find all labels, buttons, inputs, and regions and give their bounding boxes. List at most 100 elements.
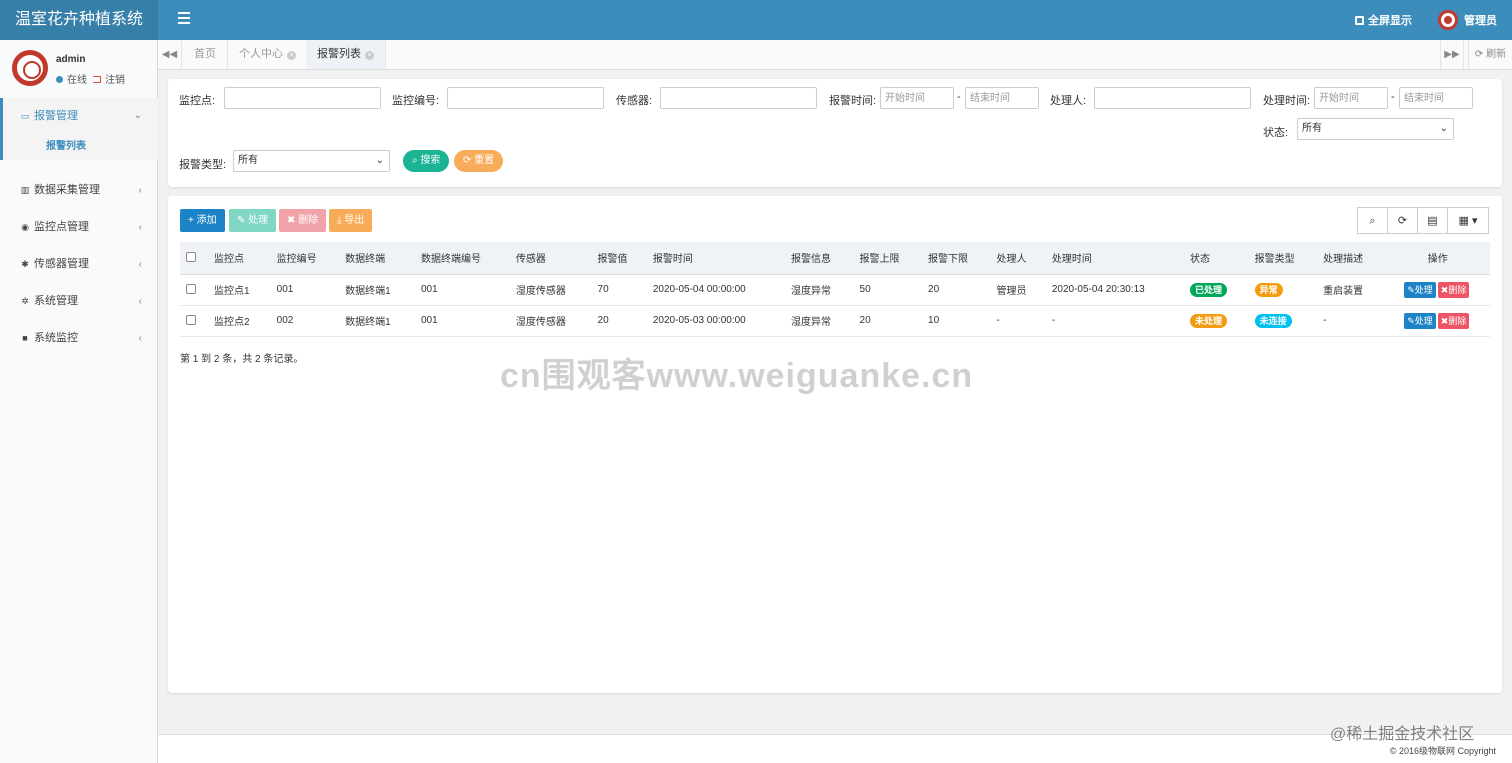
alarm-start-time-input[interactable] (880, 87, 954, 109)
desktop-icon: ▭ (20, 111, 30, 121)
tab-scroll-left-icon[interactable]: ◀◀ (158, 40, 182, 69)
sidebar-item-label: 监控点管理 (34, 221, 89, 233)
table-search-icon[interactable]: ⌕ (1357, 207, 1388, 234)
table-cell: 001 (415, 305, 510, 337)
export-button[interactable]: ⤓ 导出 (329, 209, 373, 232)
handler-input[interactable] (1094, 87, 1251, 109)
row-delete-button[interactable]: ✖删除 (1437, 312, 1470, 329)
delete-button[interactable]: ✖ 删除 (279, 209, 327, 232)
reset-button[interactable]: ⟳ 重置 (454, 150, 504, 172)
row-delete-button[interactable]: ✖删除 (1437, 281, 1470, 298)
row-checkbox[interactable] (186, 283, 196, 294)
column-header: 数据终端编号 (415, 242, 510, 275)
sidebar-item[interactable]: ▥ 数据采集管理 ‹ (0, 172, 158, 209)
tab[interactable]: 报警列表 × (306, 40, 386, 69)
close-icon[interactable]: × (365, 51, 374, 60)
table-row: 监控点2 002 数据终端1 001 湿度传感器 20 2020-05-03 00:00:0… (180, 305, 1490, 337)
alarm-type-badge: 未连接 (1254, 313, 1292, 328)
handler-label: 处理人: (1050, 95, 1087, 107)
table-cell: 002 (270, 305, 340, 337)
edit-icon: ✎ (1407, 284, 1415, 295)
tab-scroll-right-icon[interactable]: ▶▶ (1440, 40, 1464, 69)
column-header: 处理人 (990, 242, 1046, 275)
status-select[interactable]: 所有 ⌄ (1297, 118, 1454, 140)
sensor-label: 传感器: (616, 95, 653, 107)
table-cell: 001 (415, 274, 510, 306)
gear-icon: ✲ (21, 296, 29, 306)
table-cell: 数据终端1 (339, 305, 415, 337)
hamburger-menu-icon[interactable] (178, 12, 190, 28)
column-header: 操作 (1385, 242, 1490, 275)
sidebar-item-label: 系统管理 (34, 295, 78, 307)
add-button[interactable]: + 添加 (180, 209, 225, 232)
search-button[interactable]: ⌕ 搜索 (403, 150, 450, 172)
column-header: 状态 (1184, 242, 1249, 275)
edit-icon: ✎ (237, 215, 246, 226)
column-header: 报警上限 (853, 242, 923, 275)
handle-end-time-input[interactable] (1399, 87, 1473, 109)
chevron-icon: ⌄ (133, 110, 142, 121)
table-cell: 2020-05-03 00:00:00 (646, 305, 786, 337)
copyright: © 2016级物联网 Copyright (1389, 746, 1496, 756)
sensor-input[interactable] (660, 87, 817, 109)
sidebar-item[interactable]: ■ 系统监控 ‹ (0, 320, 158, 357)
table-cell: - (990, 305, 1046, 337)
avatar (12, 50, 48, 86)
close-icon[interactable]: × (287, 51, 296, 60)
status-cell: 已处理 (1184, 274, 1249, 306)
online-dot-icon (56, 76, 63, 83)
app-logo[interactable]: 温室花卉种植系统 (0, 0, 158, 40)
tab[interactable]: 个人中心 × (228, 40, 308, 69)
tab[interactable]: 首页 (183, 40, 228, 69)
user-menu[interactable]: 管理员 (1438, 0, 1497, 40)
chevron-icon: ‹ (138, 259, 142, 270)
refresh-tab-button[interactable]: ⟳ 刷新 (1468, 40, 1512, 69)
chevron-down-icon: ⌄ (1439, 123, 1448, 134)
table-cell: - (1045, 305, 1185, 337)
row-checkbox[interactable] (186, 314, 196, 325)
sidebar-item[interactable]: ▭ 报警管理 ⌄ (0, 98, 158, 134)
table-cell: 10 (922, 305, 991, 337)
sidebar-item-label: 传感器管理 (34, 258, 89, 270)
sidebar-subitem[interactable]: 报警列表 (0, 134, 158, 160)
column-header: 处理描述 (1317, 242, 1386, 275)
table-columns-icon[interactable]: ▦ ▾ (1447, 207, 1489, 234)
select-all-cell (180, 242, 208, 275)
cogs-icon: ✱ (21, 259, 29, 269)
alarm-type-select[interactable]: 所有 ⌄ (233, 150, 390, 172)
range-dash: - (1391, 91, 1395, 103)
table-toggle-view-icon[interactable]: ▤ (1417, 207, 1448, 234)
table-cell: 2020-05-04 00:00:00 (646, 274, 786, 306)
sidebar-item[interactable]: ✱ 传感器管理 ‹ (0, 246, 158, 283)
table-cell: 湿度异常 (785, 274, 854, 306)
table-cell: 20 (853, 305, 923, 337)
monitor-code-input[interactable] (447, 87, 604, 109)
type-cell: 异常 (1248, 274, 1318, 306)
table-cell: 70 (591, 274, 647, 306)
sidebar-item[interactable]: ✲ 系统管理 ‹ (0, 283, 158, 320)
alarm-end-time-input[interactable] (965, 87, 1039, 109)
table-cell: 管理员 (990, 274, 1046, 306)
fullscreen-button[interactable]: 全屏显示 (1355, 0, 1412, 40)
sidebar-item[interactable]: ◉ 监控点管理 ‹ (0, 209, 158, 246)
table-refresh-icon[interactable]: ⟳ (1387, 207, 1418, 234)
logout-link[interactable]: 注销 (105, 75, 125, 86)
watermark: cn围观客www.weiguanke.cn (500, 357, 974, 395)
table-cell: 001 (270, 274, 340, 306)
handle-start-time-input[interactable] (1314, 87, 1388, 109)
status-badge: 未处理 (1190, 313, 1228, 328)
table-body: 监控点1 001 数据终端1 001 湿度传感器 70 2020-05-04 00:00:0… (180, 274, 1490, 337)
table-cell: 监控点1 (208, 274, 271, 306)
row-handle-button[interactable]: ✎处理 (1404, 281, 1436, 298)
column-header: 数据终端 (339, 242, 415, 275)
select-all-checkbox[interactable] (186, 251, 196, 262)
row-handle-button[interactable]: ✎处理 (1404, 312, 1436, 329)
sidebar-item-label: 报警管理 (34, 110, 78, 122)
bar-chart-icon: ▥ (20, 185, 30, 195)
footer: © 2016级物联网 Copyright (158, 734, 1512, 763)
logout-icon[interactable] (93, 76, 101, 83)
juejin-watermark: @稀土掘金技术社区 (1330, 726, 1475, 743)
handle-button[interactable]: ✎ 处理 (229, 209, 277, 232)
monitor-point-input[interactable] (224, 87, 381, 109)
table-cell: 湿度传感器 (509, 274, 592, 306)
